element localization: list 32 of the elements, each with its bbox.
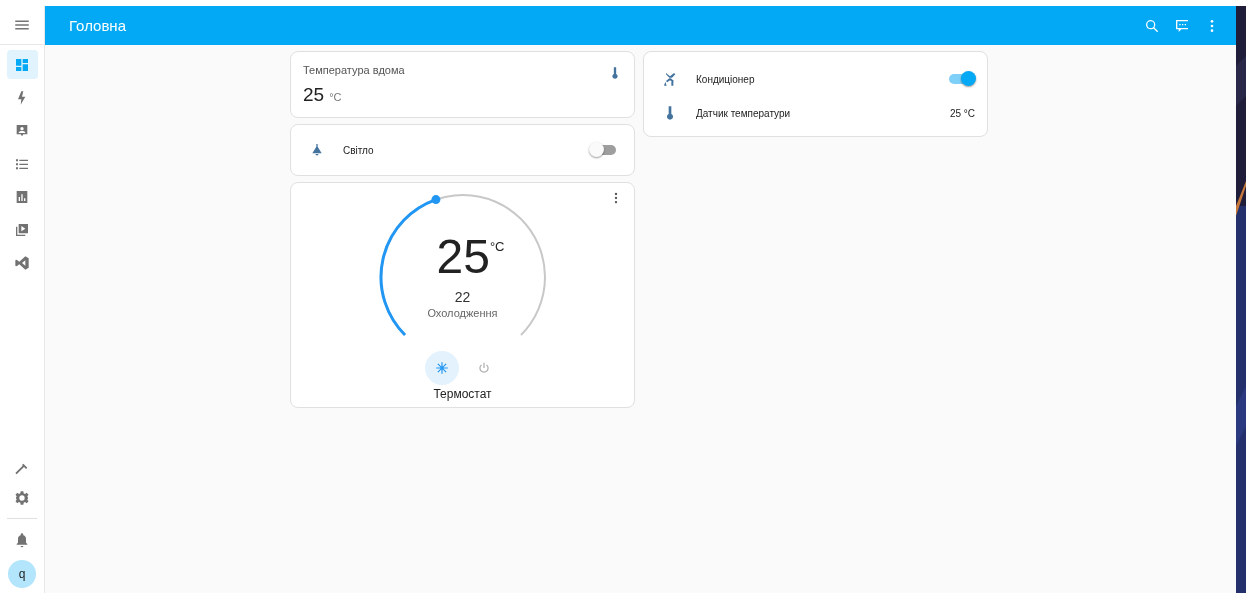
current-temperature: 25	[436, 233, 490, 281]
temperature-unit: °C	[489, 239, 505, 254]
entity-value: 25 °C	[949, 107, 975, 119]
search-icon	[1144, 17, 1160, 34]
chat-icon	[1174, 17, 1190, 34]
badge-icon	[14, 122, 30, 139]
sensor-value: 25	[303, 84, 325, 106]
entity-name: Кондиціонер	[696, 73, 756, 85]
snowflake-icon	[434, 361, 449, 375]
sidebar-item[interactable]	[6, 50, 38, 79]
toggle-switch[interactable]	[592, 145, 616, 155]
dashboard-icon	[14, 56, 30, 73]
settings-icon	[14, 489, 30, 506]
entity-name: Датчик температури	[696, 107, 792, 119]
sensor-card[interactable]: Температура вдома 25 °C	[290, 51, 635, 118]
thermostat-name: Термостат	[433, 387, 492, 401]
bell-icon	[14, 531, 30, 548]
entity-name: Світло	[343, 144, 375, 156]
dial-track[interactable]	[379, 194, 546, 336]
target-temperature: 22	[454, 289, 471, 305]
sensor-unit: °C	[329, 91, 342, 103]
user-avatar[interactable]: q	[8, 560, 36, 588]
bar-chart-icon	[14, 188, 30, 205]
sensor-name: Температура вдома	[303, 64, 405, 76]
page-title: Головна	[69, 17, 127, 34]
cool-mode-button[interactable]	[424, 351, 459, 385]
mode-label: Охолодження	[427, 307, 498, 319]
code-editor-icon	[14, 254, 30, 271]
dial-handle[interactable]	[430, 195, 440, 205]
toggle-switch[interactable]	[949, 74, 973, 84]
power-icon	[476, 361, 491, 375]
play-icon	[14, 221, 30, 238]
